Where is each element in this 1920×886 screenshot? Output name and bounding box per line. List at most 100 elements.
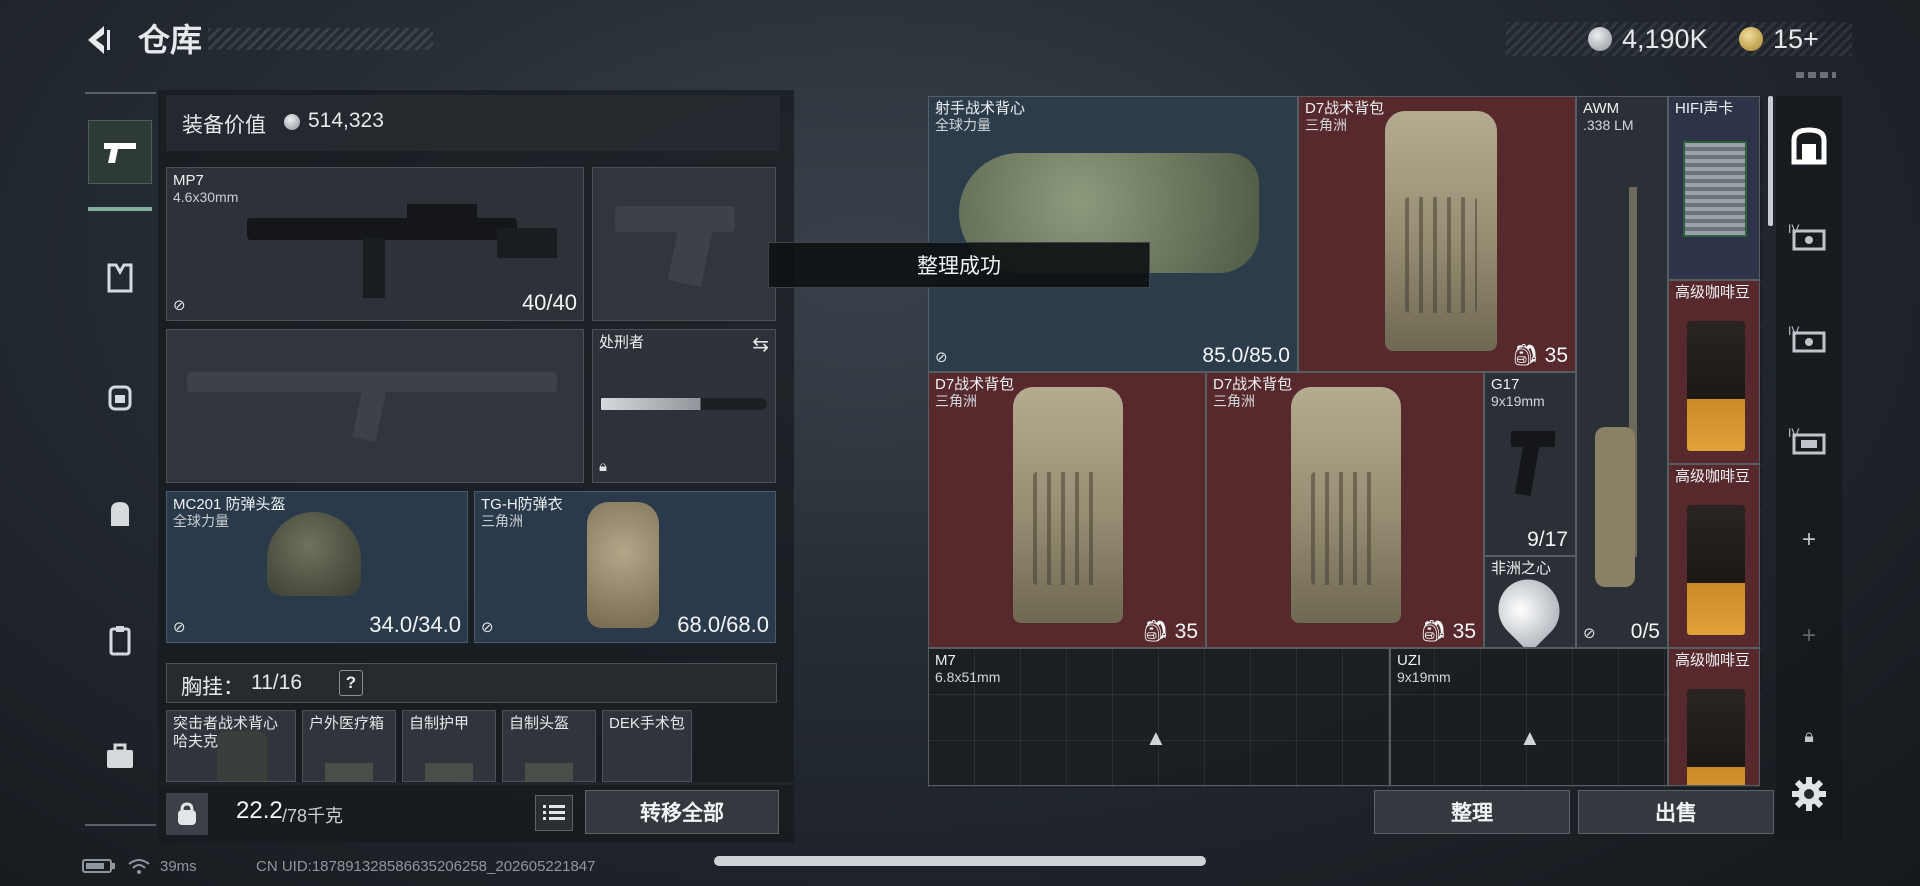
ping-value: 39ms (160, 858, 197, 875)
helmet-slot[interactable]: MC201 防弹头盔 全球力量 ⊘ 34.0/34.0 (166, 491, 468, 643)
list-icon (543, 805, 565, 820)
secondary-weapon-slot[interactable] (166, 329, 584, 483)
item-name: 高级咖啡豆 (1675, 652, 1751, 669)
equipment-value-label: 装备价值 (182, 114, 266, 137)
rail-stash-tab-iv[interactable]: IV (1778, 414, 1840, 474)
nav-clipboard-tab[interactable] (88, 608, 152, 672)
stash-item[interactable]: M7 6.8x51mm ▲ (928, 648, 1390, 786)
delta-logo-icon: ▲ (1519, 725, 1541, 750)
stash-item[interactable]: 高级咖啡豆 (1668, 648, 1760, 786)
nav-active-indicator (88, 207, 152, 211)
rail-stash-tab-iv[interactable]: IV (1778, 210, 1840, 270)
list-view-button[interactable] (535, 795, 573, 831)
armor-image (587, 502, 659, 628)
no-insure-icon: ⊘ (481, 619, 494, 636)
stash-item[interactable]: UZI 9x19mm ▲ (1390, 648, 1668, 786)
settings-button[interactable] (1778, 764, 1840, 824)
knife-image (601, 398, 767, 410)
capacity-icon: 🎒︎ (1142, 620, 1169, 643)
item-name: 户外医疗箱 (309, 715, 385, 732)
stash-item[interactable]: D7战术背包 三角洲 🎒︎ 35 (1206, 372, 1484, 648)
coffee-bag-image (1687, 689, 1745, 785)
slot-caliber: 4.6x30mm (173, 189, 239, 205)
back-button[interactable] (78, 20, 122, 60)
item-image (525, 763, 573, 781)
nav-divider-bottom (85, 824, 156, 826)
sell-button[interactable]: 出售 (1578, 790, 1774, 834)
rig-item[interactable]: 自制护甲 (402, 710, 496, 782)
organize-button[interactable]: 整理 (1374, 790, 1570, 834)
stash-item[interactable]: D7战术背包 三角洲 🎒︎ 35 (928, 372, 1206, 648)
home-indicator[interactable] (714, 856, 1206, 866)
swap-icon[interactable]: ⇆ (752, 332, 769, 357)
pistol-slot[interactable] (592, 167, 776, 321)
stash-scrollbar[interactable] (1768, 96, 1773, 226)
safe-icon (1791, 127, 1827, 165)
gear-icon (1792, 777, 1826, 811)
stash-item[interactable]: G17 9x19mm 9/17 (1484, 372, 1576, 556)
nav-armor-tab[interactable] (88, 246, 152, 310)
plus-icon: + (1801, 622, 1816, 649)
title-decoration (208, 28, 433, 50)
rig-item[interactable]: 突击者战术背心 哈夫克 (166, 710, 296, 782)
stash-item[interactable]: 射手战术背心 全球力量 ⊘ 85.0/85.0 (928, 96, 1298, 372)
capacity-icon: 🎒︎ (1512, 344, 1539, 367)
item-name: G17 (1491, 376, 1520, 393)
pistol-placeholder-icon (615, 206, 735, 232)
battery-icon (82, 858, 116, 878)
nav-case-tab[interactable] (88, 724, 152, 788)
item-faction: 三角洲 (935, 393, 977, 409)
stash-item[interactable]: AWM .338 LM ⊘ 0/5 (1576, 96, 1668, 648)
briefcase-icon (107, 743, 133, 768)
coffee-bag-image (1687, 321, 1745, 451)
slot-name: TG-H防弹衣 (481, 496, 563, 513)
item-name: 自制头盔 (509, 715, 570, 732)
item-name: 高级咖啡豆 (1675, 468, 1751, 485)
no-insure-icon: ⊘ (935, 349, 948, 366)
no-insure-icon: ⊘ (1583, 625, 1596, 642)
rail-stash-tab-iv[interactable]: IV (1778, 312, 1840, 372)
help-button[interactable]: ? (339, 670, 363, 696)
rig-item[interactable]: DEK手术包 (602, 710, 692, 782)
item-caliber: 6.8x51mm (935, 669, 1001, 685)
stash-item[interactable]: 非洲之心 (1484, 556, 1576, 648)
stash-item[interactable]: D7战术背包 三角洲 🎒︎ 35 (1298, 96, 1576, 372)
sound-card-image (1683, 141, 1747, 237)
rig-item[interactable]: 户外医疗箱 (302, 710, 396, 782)
item-name: AWM (1583, 100, 1620, 117)
stash-item[interactable]: HIFI声卡 (1668, 96, 1760, 280)
wifi-icon (128, 858, 150, 878)
stash-item[interactable]: 高级咖啡豆 (1668, 280, 1760, 464)
nav-helmet-tab[interactable] (88, 364, 152, 428)
armor-slot[interactable]: TG-H防弹衣 三角洲 ⊘ 68.0/68.0 (474, 491, 776, 643)
melee-slot[interactable]: 处刑者 ⇆ 🔒︎ (592, 329, 776, 483)
gold-currency-value[interactable]: 15+ (1773, 22, 1819, 56)
item-name: 射手战术背心 (935, 100, 1026, 117)
mp7-image (247, 218, 517, 240)
item-name: 自制护甲 (409, 715, 470, 732)
primary-weapon-slot[interactable]: MP7 4.6x30mm ⊘ 40/40 (166, 167, 584, 321)
item-faction: 三角洲 (1305, 117, 1347, 133)
rig-item[interactable]: 自制头盔 (502, 710, 596, 782)
page-title: 仓库 (138, 22, 203, 58)
stash-item[interactable]: 高级咖啡豆 (1668, 464, 1760, 648)
uid-text: CN UID:18789132858663520625​8_2026052218… (256, 858, 596, 875)
add-stash-tab-button[interactable]: + (1778, 510, 1840, 570)
coffee-bag-image (1687, 505, 1745, 635)
slot-name: MC201 防弹头盔 (173, 496, 286, 513)
item-faction: 全球力量 (935, 117, 991, 133)
item-faction: 三角洲 (1213, 393, 1255, 409)
silver-coin-icon (1588, 27, 1612, 51)
silver-currency-value[interactable]: 4,190K (1622, 22, 1708, 56)
item-image (217, 731, 267, 781)
item-name: 高级咖啡豆 (1675, 284, 1751, 301)
backpack-image (1385, 111, 1497, 351)
slot-faction: 全球力量 (173, 513, 229, 529)
rail-main-stash-tab[interactable] (1778, 116, 1840, 176)
diamond-image (1485, 566, 1573, 647)
item-name: HIFI声卡 (1675, 100, 1734, 117)
weight-icon (166, 793, 208, 835)
nav-weapons-tab[interactable] (88, 120, 152, 184)
nav-bag-tab[interactable] (88, 482, 152, 546)
transfer-all-button[interactable]: 转移全部 (585, 790, 779, 834)
